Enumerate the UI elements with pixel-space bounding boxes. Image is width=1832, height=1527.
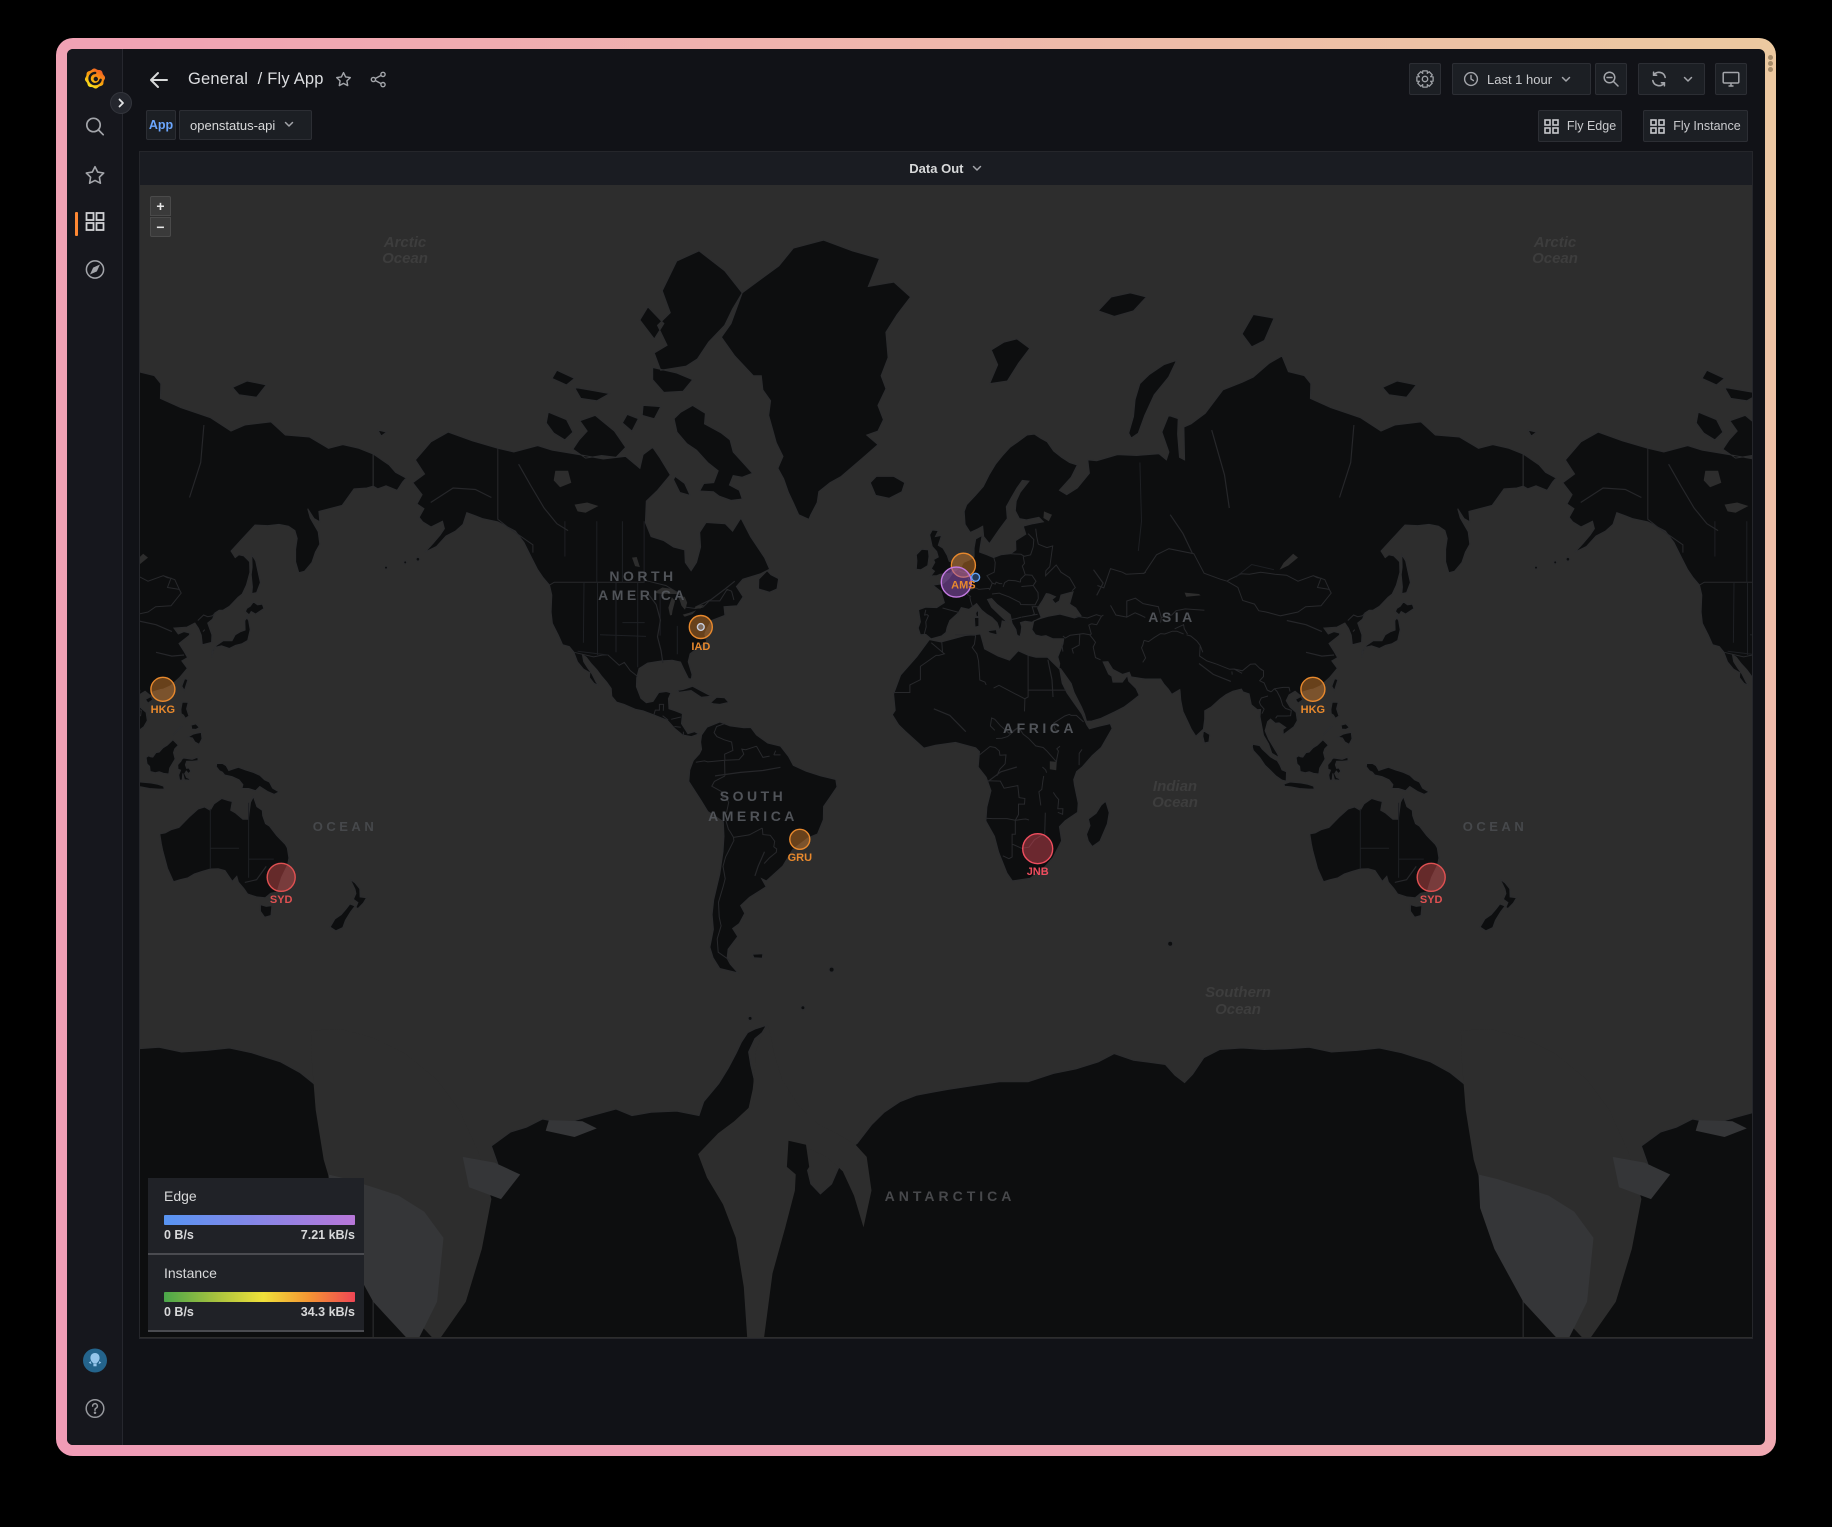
svg-text:GRU: GRU <box>788 852 813 864</box>
svg-text:AMS: AMS <box>951 580 975 592</box>
svg-text:NORTH: NORTH <box>609 568 676 584</box>
svg-text:Southern: Southern <box>1205 984 1271 1001</box>
svg-text:JNB: JNB <box>1027 866 1049 878</box>
svg-text:Ocean: Ocean <box>1152 794 1198 811</box>
svg-text:ANTARCTICA: ANTARCTICA <box>885 1188 1016 1204</box>
svg-text:Ocean: Ocean <box>1215 1001 1261 1018</box>
svg-text:Ocean: Ocean <box>1532 250 1578 267</box>
svg-text:ASIA: ASIA <box>1148 609 1195 625</box>
svg-text:AFRICA: AFRICA <box>1003 720 1077 736</box>
svg-text:Indian: Indian <box>1153 778 1197 795</box>
svg-text:SYD: SYD <box>1420 894 1443 906</box>
svg-text:IAD: IAD <box>691 641 710 653</box>
svg-text:Ocean: Ocean <box>382 250 428 267</box>
svg-text:HKG: HKG <box>151 704 175 716</box>
svg-text:Arctic: Arctic <box>1533 234 1577 251</box>
svg-text:SYD: SYD <box>270 894 293 906</box>
svg-text:OCEAN: OCEAN <box>1463 819 1527 834</box>
svg-text:OCEAN: OCEAN <box>313 819 377 834</box>
svg-text:AMERICA: AMERICA <box>708 808 798 824</box>
svg-text:AMERICA: AMERICA <box>598 587 688 603</box>
svg-text:SOUTH: SOUTH <box>720 788 787 804</box>
svg-text:Arctic: Arctic <box>383 234 427 251</box>
svg-text:HKG: HKG <box>1301 704 1325 716</box>
